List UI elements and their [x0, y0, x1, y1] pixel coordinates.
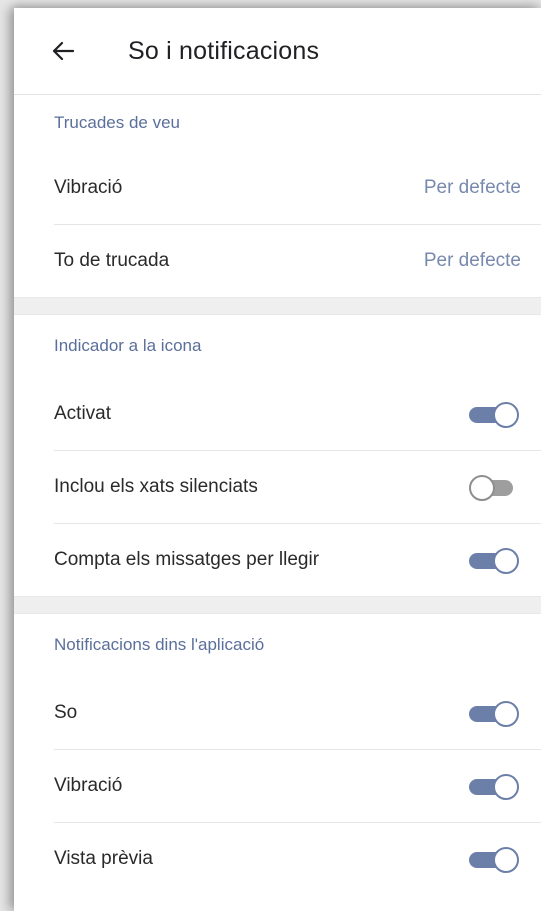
setting-label: Inclou els xats silenciats: [54, 475, 258, 497]
section-header: Notificacions dins l'aplicació: [54, 635, 265, 654]
include-muted-toggle[interactable]: [469, 474, 517, 501]
setting-label: Activat: [54, 402, 112, 424]
setting-label: So: [54, 701, 78, 723]
setting-row-include-muted[interactable]: Inclou els xats silenciats: [14, 450, 541, 523]
section-in-app-notifications: Notificacions dins l'aplicació So Vibrac…: [14, 614, 541, 895]
setting-row-count-unread[interactable]: Compta els missatges per llegir: [14, 523, 541, 596]
arrow-left-icon: [52, 41, 74, 61]
badge-enabled-toggle[interactable]: [469, 401, 519, 428]
setting-value: Per defecte: [423, 176, 521, 198]
setting-row-sound[interactable]: So: [14, 676, 541, 749]
back-button[interactable]: [48, 36, 78, 66]
setting-label: To de trucada: [54, 249, 170, 271]
app-bar: So i notificacions: [14, 8, 541, 95]
count-unread-toggle[interactable]: [469, 547, 519, 574]
sound-toggle[interactable]: [469, 700, 519, 727]
setting-label: Compta els missatges per llegir: [54, 548, 320, 570]
section-voice-calls: Trucades de veu Vibració Per defecte To …: [14, 95, 541, 297]
section-header: Trucades de veu: [54, 113, 180, 132]
vibration-toggle[interactable]: [469, 773, 519, 800]
preview-toggle[interactable]: [469, 846, 519, 873]
setting-label: Vibració: [54, 176, 123, 198]
setting-row-call-vibration[interactable]: Vibració Per defecte: [14, 151, 541, 224]
section-divider: [14, 297, 541, 315]
section-header: Indicador a la icona: [54, 336, 202, 355]
setting-row-badge-enabled[interactable]: Activat: [14, 377, 541, 450]
page-title: So i notificacions: [128, 36, 320, 65]
setting-row-vibration[interactable]: Vibració: [14, 749, 541, 822]
section-icon-badge: Indicador a la icona Activat Inclou els …: [14, 315, 541, 596]
setting-label: Vibració: [54, 774, 123, 796]
setting-value: Per defecte: [423, 249, 521, 271]
section-divider: [14, 596, 541, 614]
settings-screen: So i notificacions Trucades de veu Vibra…: [14, 8, 541, 911]
setting-row-preview[interactable]: Vista prèvia: [14, 822, 541, 895]
setting-row-ringtone[interactable]: To de trucada Per defecte: [14, 224, 541, 297]
setting-label: Vista prèvia: [54, 847, 153, 869]
